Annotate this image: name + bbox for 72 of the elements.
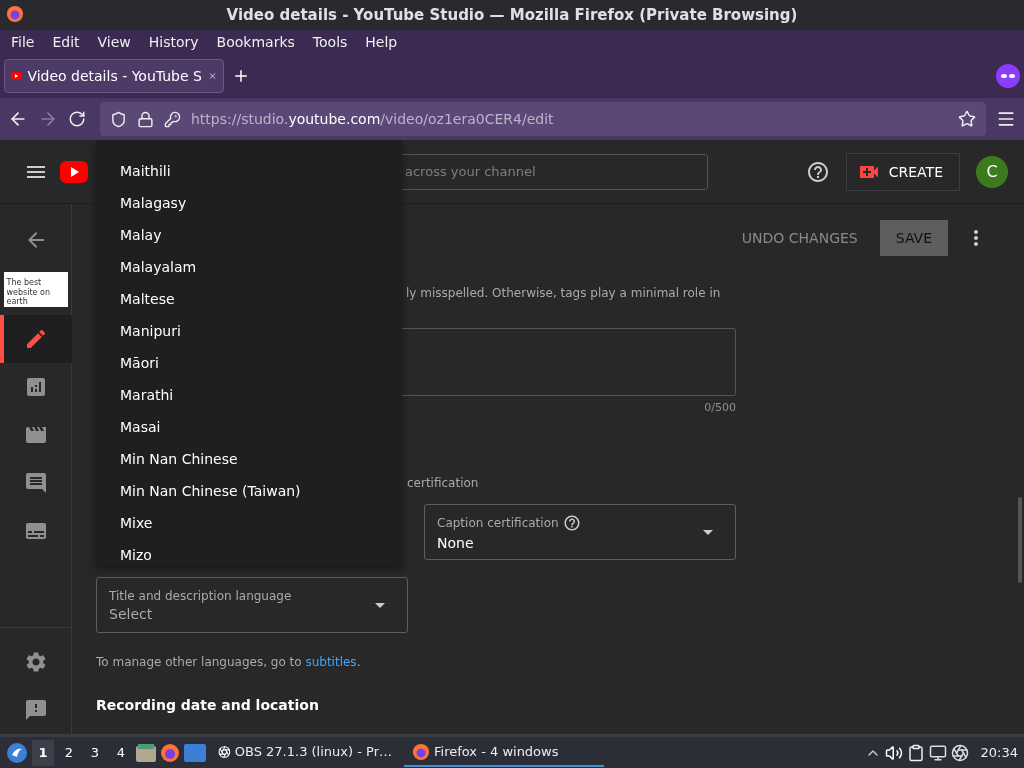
- dropdown-arrow-icon: [703, 529, 713, 535]
- field-value: Select: [109, 605, 154, 622]
- menu-item[interactable]: History: [141, 34, 206, 50]
- star-icon[interactable]: [958, 110, 976, 128]
- new-tab-icon[interactable]: [232, 67, 250, 85]
- certification-label: certification: [407, 476, 480, 490]
- undo-button[interactable]: UNDO CHANGES: [735, 229, 864, 247]
- key-icon: [164, 110, 181, 128]
- language-select[interactable]: Title and description language Select: [96, 577, 408, 633]
- workspace-button[interactable]: 2: [58, 739, 80, 766]
- character-counter: 0/500: [703, 401, 736, 414]
- caption-certification-select[interactable]: Caption certification None: [424, 504, 736, 560]
- dropdown-option[interactable]: Malagasy: [96, 187, 402, 219]
- tab-title: Video details - YouTube S: [27, 68, 202, 84]
- dropdown-arrow-icon: [375, 602, 385, 608]
- workspace-button[interactable]: 4: [110, 739, 132, 766]
- window-icon[interactable]: [184, 743, 206, 762]
- help-icon[interactable]: [805, 159, 830, 184]
- create-button[interactable]: CREATE: [845, 152, 960, 191]
- field-label: Title and description language: [109, 588, 292, 603]
- dropdown-option[interactable]: Manipuri: [96, 315, 402, 347]
- address-bar[interactable]: https://studio.youtube.com/video/oz1era0CER4/edit: [100, 102, 986, 136]
- browser-tab[interactable]: Video details - YouTube S: [4, 59, 224, 93]
- thumbnail-caption: The best website on earth: [6, 278, 51, 307]
- dropdown-option[interactable]: Malay: [96, 219, 402, 251]
- menu-item[interactable]: View: [90, 34, 138, 50]
- menu-item[interactable]: Tools: [305, 34, 355, 50]
- dropdown-option[interactable]: Mixe: [96, 507, 402, 539]
- workspace-button[interactable]: 1: [32, 739, 54, 766]
- feedback-icon[interactable]: [23, 698, 48, 722]
- comment-icon[interactable]: [23, 471, 48, 495]
- file-manager-icon[interactable]: [136, 743, 156, 762]
- shield-icon: [110, 110, 127, 128]
- menu-item[interactable]: Help: [358, 34, 405, 50]
- help-icon[interactable]: [562, 513, 581, 532]
- volume-icon[interactable]: [884, 743, 903, 762]
- clock: 20:34: [980, 745, 1018, 760]
- dropdown-option[interactable]: Min Nan Chinese: [96, 443, 402, 475]
- dropdown-option[interactable]: Min Nan Chinese (Taiwan): [96, 475, 402, 507]
- menu-icon[interactable]: [996, 109, 1016, 129]
- url-text: https://studio.youtube.com/video/oz1era0CER4/edit: [191, 111, 555, 127]
- subtitles-link[interactable]: subtitles: [305, 655, 357, 669]
- manage-languages-note: To manage other languages, go to subtitles.: [96, 655, 362, 669]
- field-value: None: [437, 534, 475, 551]
- clipboard-icon[interactable]: [906, 743, 925, 762]
- reload-icon[interactable]: [68, 110, 86, 128]
- lock-icon: [137, 110, 154, 128]
- workspace-button[interactable]: 3: [84, 739, 106, 766]
- mask-icon: [996, 64, 1020, 88]
- taskbar-task[interactable]: OBS 27.1.3 (linux) - Pr…: [210, 738, 400, 767]
- scrollbar-thumb[interactable]: [1018, 497, 1022, 583]
- section-heading: Recording date and location: [96, 697, 320, 713]
- dropdown-option[interactable]: Maltese: [96, 283, 402, 315]
- dropdown-option[interactable]: Malayalam: [96, 251, 402, 283]
- menu-item[interactable]: Edit: [45, 34, 87, 50]
- youtube-logo-icon: [60, 160, 88, 183]
- dropdown-option[interactable]: Marathi: [96, 379, 402, 411]
- menu-item[interactable]: File: [4, 34, 42, 50]
- dropdown-option[interactable]: Masai: [96, 411, 402, 443]
- window-title: Video details - YouTube Studio — Mozilla Firefox (Private Browsing): [226, 6, 798, 24]
- field-label: Caption certification: [437, 515, 559, 530]
- video-thumbnail[interactable]: The best website on earth: [3, 272, 68, 307]
- dropdown-option[interactable]: Mizo: [96, 539, 402, 565]
- sidebar-item[interactable]: [0, 315, 72, 363]
- avatar[interactable]: C: [976, 155, 1008, 188]
- tags-hint: ly misspelled. Otherwise, tags play a minimal role in: [406, 286, 722, 300]
- taskbar-task[interactable]: Firefox - 4 windows: [404, 738, 604, 767]
- menu-item[interactable]: Bookmarks: [209, 34, 302, 50]
- start-menu-icon[interactable]: [6, 741, 28, 764]
- dropdown-option[interactable]: Māori: [96, 347, 402, 379]
- video-logo-icon: [11, 70, 22, 82]
- network-icon[interactable]: [928, 743, 947, 762]
